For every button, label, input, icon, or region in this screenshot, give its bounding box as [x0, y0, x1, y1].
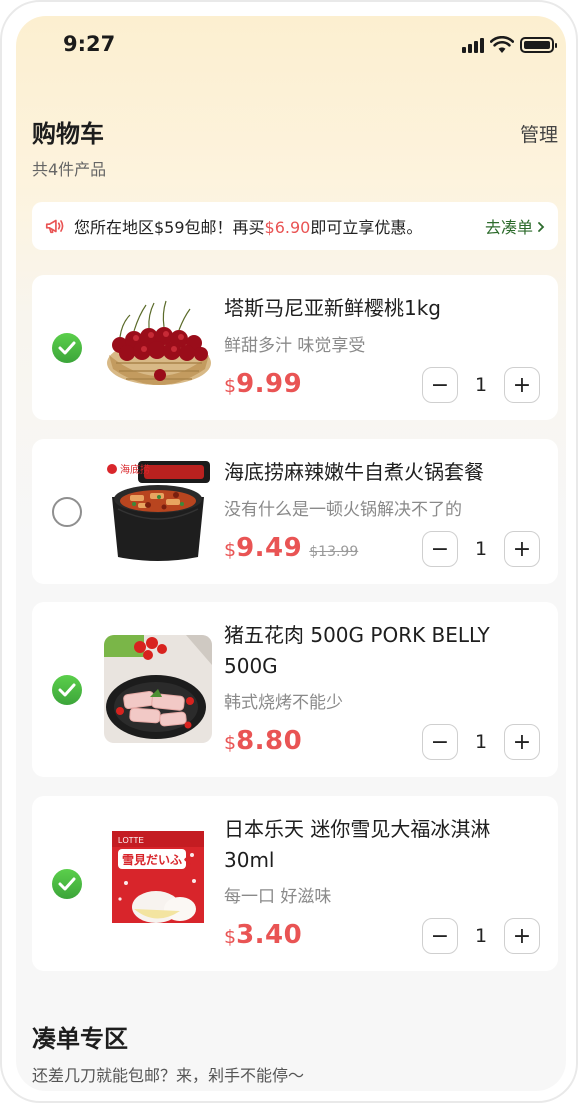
app-screen: 9:27 购物车 共4件产品 管理 您所在地区$59包邮！再买$6.90即可立享…	[16, 16, 566, 1091]
decrease-button[interactable]: −	[422, 918, 458, 954]
decrease-button[interactable]: −	[422, 531, 458, 567]
quantity-value: 1	[474, 374, 488, 396]
manage-button[interactable]: 管理	[520, 120, 558, 147]
item-checkbox-checked[interactable]	[52, 869, 82, 899]
item-desc: 没有什么是一顿火锅解决不了的	[224, 500, 462, 520]
shipping-notice: 您所在地区$59包邮！再买$6.90即可立享优惠。 去凑单	[32, 202, 558, 250]
item-desc: 鲜甜多汁 味觉享受	[224, 336, 366, 356]
item-name: 日本乐天 迷你雪见大福冰淇淋30ml	[224, 817, 491, 872]
price-value: $3.40	[224, 920, 302, 950]
battery-icon	[520, 37, 557, 53]
cart-item: 猪五花肉 500G PORK BELLY 500G 韩式烧烤不能少 $8.80 …	[32, 602, 558, 777]
item-name: 猪五花肉 500G PORK BELLY 500G	[224, 623, 490, 678]
decrease-button[interactable]: −	[422, 724, 458, 760]
cart-item: 塔斯马尼亚新鲜樱桃1kg 鲜甜多汁 味觉享受 $9.99 − 1 +	[32, 275, 558, 420]
item-name: 海底捞麻辣嫩牛自煮火锅套餐	[224, 460, 484, 484]
item-checkbox-checked[interactable]	[52, 675, 82, 705]
icecream-brand-text: LOTTE	[118, 836, 144, 845]
notice-amount: $6.90	[264, 218, 311, 237]
item-price: $9.49 $13.99	[224, 533, 358, 563]
item-price: $8.80	[224, 726, 302, 756]
quantity-value: 1	[474, 731, 488, 753]
quantity-value: 1	[474, 925, 488, 947]
checkmark-icon	[58, 877, 76, 891]
increase-button[interactable]: +	[504, 918, 540, 954]
add-on-link[interactable]: 去凑单	[485, 214, 546, 238]
mochi-icecream-image: LOTTE 雪見だいふく	[104, 829, 212, 937]
item-checkbox-checked[interactable]	[52, 333, 82, 363]
chevron-right-icon	[538, 222, 545, 232]
price-amount: 9.99	[236, 369, 303, 399]
checkmark-icon	[58, 341, 76, 355]
icecream-name-text: 雪見だいふく	[122, 852, 194, 867]
quantity-stepper: − 1 +	[422, 531, 540, 567]
price-currency: $	[224, 375, 237, 397]
item-name: 塔斯马尼亚新鲜樱桃1kg	[224, 296, 442, 320]
cart-item: 海底捞 海底捞麻辣嫩牛自煮火锅套餐 没有什么是一顿火锅解决不了的 $9.49 $…	[32, 439, 558, 584]
price-currency: $	[224, 539, 237, 561]
item-desc: 韩式烧烤不能少	[224, 693, 343, 713]
quantity-stepper: − 1 +	[422, 367, 540, 403]
price-value: $9.99	[224, 369, 302, 399]
hotpot-image: 海底捞	[104, 457, 212, 565]
price-amount: 3.40	[236, 920, 303, 950]
cart-count: 共4件产品	[32, 160, 107, 179]
increase-button[interactable]: +	[504, 367, 540, 403]
decrease-button[interactable]: −	[422, 367, 458, 403]
notice-text-after: 即可立享优惠。	[310, 218, 423, 237]
section-subtitle: 还差几刀就能包邮？来，剁手不能停～	[32, 1066, 305, 1085]
pork-belly-image	[104, 635, 212, 743]
add-on-link-label: 去凑单	[484, 218, 533, 237]
quantity-stepper: − 1 +	[422, 724, 540, 760]
item-desc: 每一口 好滋味	[224, 887, 332, 907]
cherries-image	[104, 293, 212, 401]
quantity-value: 1	[474, 538, 488, 560]
item-price: $9.99	[224, 369, 302, 399]
wifi-icon	[490, 36, 514, 53]
price-value: $9.49	[224, 533, 302, 563]
price-amount: 9.49	[236, 533, 303, 563]
section-title: 凑单专区	[32, 1025, 128, 1053]
item-checkbox-unchecked[interactable]	[52, 497, 82, 527]
phone-frame: 9:27 购物车 共4件产品 管理 您所在地区$59包邮！再买$6.90即可立享…	[0, 0, 578, 1103]
cart-item: LOTTE 雪見だいふく 日本乐天 迷你雪见大福冰淇淋30ml 每一口 好滋味 …	[32, 796, 558, 971]
price-value: $8.80	[224, 726, 302, 756]
status-time: 9:27	[63, 32, 116, 56]
notice-text: 您所在地区$59包邮！再买$6.90即可立享优惠。	[74, 214, 485, 238]
price-currency: $	[224, 926, 237, 948]
megaphone-icon	[45, 219, 64, 234]
status-icons	[462, 36, 557, 54]
cellular-signal-icon	[462, 37, 484, 53]
notice-text-before: 您所在地区$59包邮！再买	[74, 218, 265, 237]
hotpot-brand-text: 海底捞	[120, 463, 150, 476]
price-amount: 8.80	[236, 726, 303, 756]
original-price: $13.99	[309, 544, 359, 560]
page-title: 购物车	[32, 120, 104, 148]
checkmark-icon	[58, 683, 76, 697]
item-price: $3.40	[224, 920, 302, 950]
price-currency: $	[224, 732, 237, 754]
quantity-stepper: − 1 +	[422, 918, 540, 954]
status-bar: 9:27	[16, 16, 566, 76]
increase-button[interactable]: +	[504, 724, 540, 760]
increase-button[interactable]: +	[504, 531, 540, 567]
